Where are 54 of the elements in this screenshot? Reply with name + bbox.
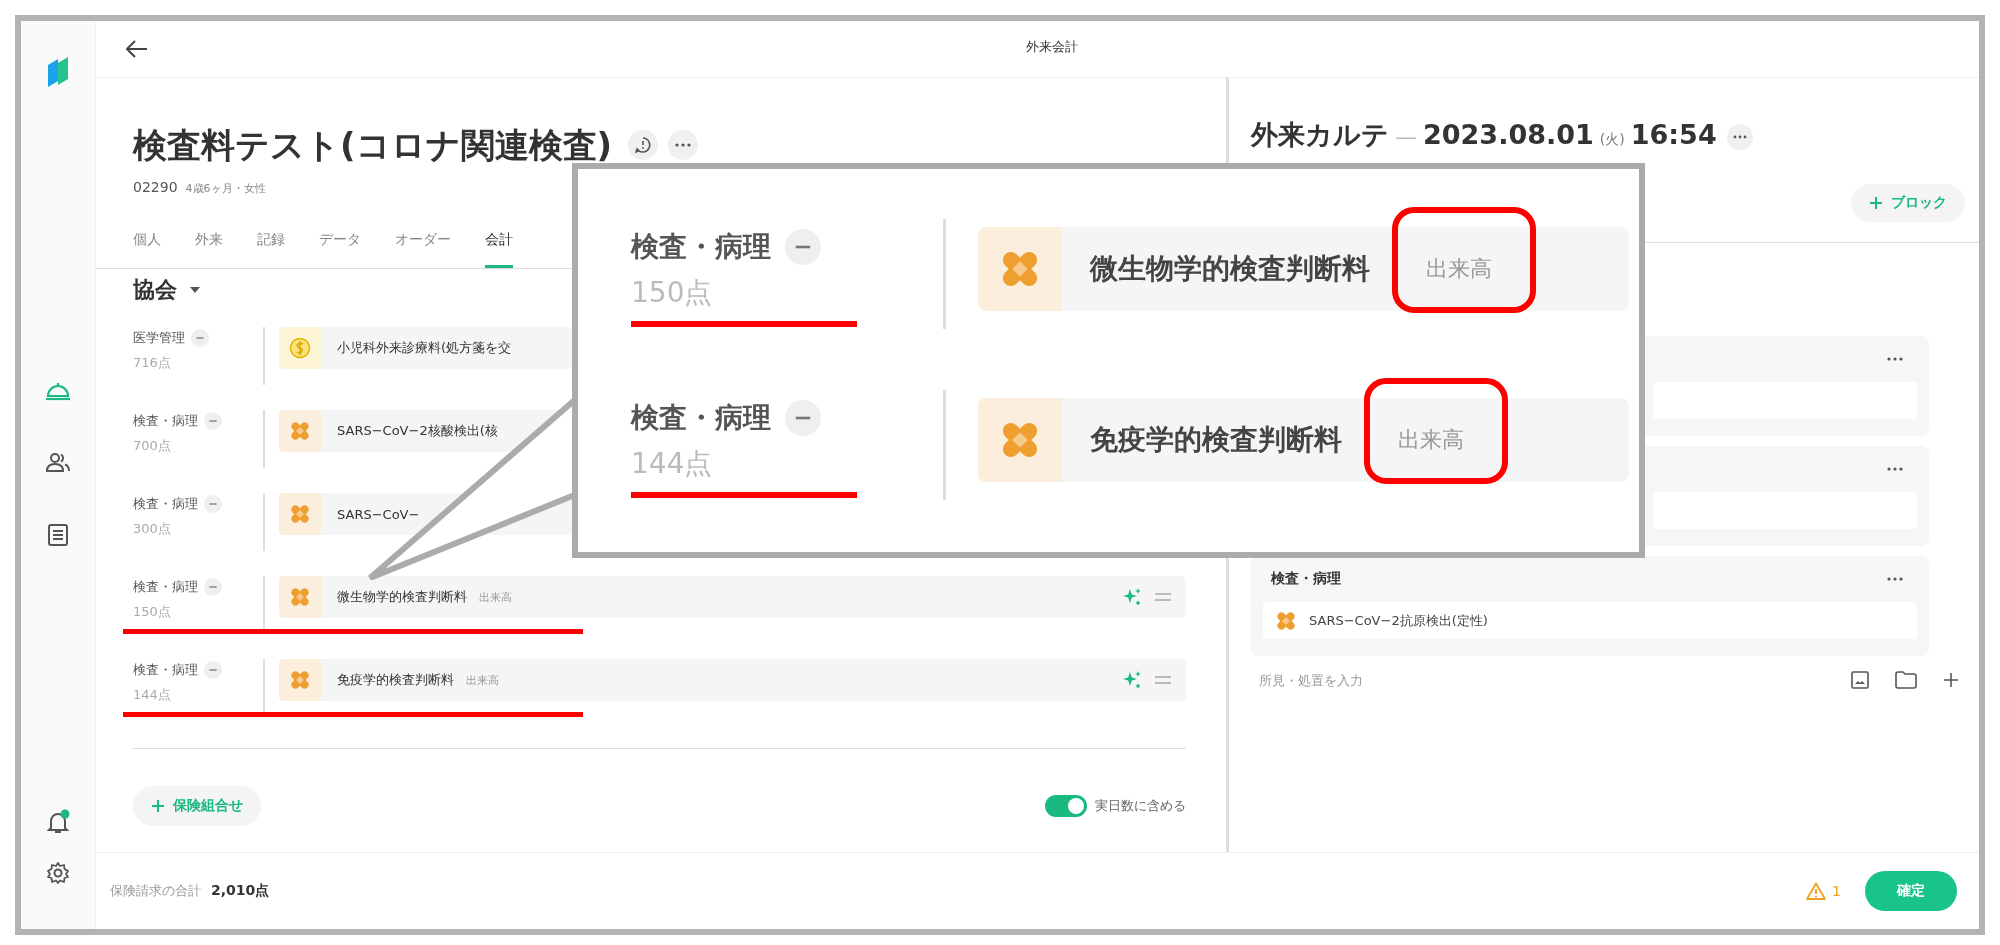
billing-tag: 出来高 [1398, 425, 1464, 455]
category-label: 検査・病理 [133, 495, 198, 513]
item-name: 免疫学的検査判断料 [337, 671, 454, 689]
item-name: 小児科外来診療料(処方箋を交 [337, 339, 512, 357]
total-value: 2,010点 [211, 882, 270, 900]
billing-tag: 出来高 [466, 672, 499, 688]
note-field[interactable]: 所見・処置を入力 [1259, 668, 1825, 692]
item-name: 微生物学的検査判断料 [1090, 251, 1370, 287]
page-title: 外来会計 [1026, 38, 1078, 56]
tab[interactable]: 会計 [485, 229, 513, 268]
item-name: 微生物学的検査判断料 [337, 588, 467, 606]
billing-tag: 出来高 [1426, 254, 1492, 284]
patient-name: 検査料テスト(コロナ関連検査) [133, 124, 613, 167]
record-date: 2023.08.01 [1423, 118, 1594, 152]
category-label: 検査・病理 [133, 578, 198, 596]
billing-item[interactable]: 微生物学的検査判断料 出来高 [279, 576, 1186, 618]
category-label: 検査・病理 [631, 400, 771, 436]
tab[interactable]: 外来 [195, 229, 223, 268]
category-label: 検査・病理 [133, 661, 198, 679]
insurer-label: 協会 [133, 276, 177, 304]
billing-item[interactable]: 免疫学的検査判断料 出来高 [279, 659, 1186, 701]
points-label: 144点 [133, 686, 172, 704]
weekday-label: (火) [1599, 130, 1625, 149]
patient-id: 02290 [133, 178, 178, 197]
item-name: SARS−CoV− [337, 506, 420, 522]
separator: — [1395, 123, 1417, 151]
billing-item[interactable]: 小児科外来診療料(処方箋を交 [279, 327, 572, 369]
tab[interactable]: 記録 [257, 229, 285, 268]
card-item[interactable]: SARS−CoV−2抗原検出(定性) [1263, 602, 1917, 639]
points-label: 716点 [133, 354, 172, 372]
points-label: 150点 [631, 275, 714, 311]
warning-count: 1 [1832, 883, 1841, 899]
tab[interactable]: 個人 [133, 229, 161, 268]
points-label: 700点 [133, 437, 172, 455]
billing-tag: 出来高 [479, 589, 512, 605]
category-label: 検査・病理 [133, 412, 198, 430]
toggle-label: 実日数に含める [1095, 797, 1186, 815]
record-title: 外来カルテ [1251, 118, 1389, 152]
tab[interactable]: データ [319, 229, 361, 268]
billing-item[interactable]: 免疫学的検査判断料 出来高 [978, 398, 1629, 482]
patient-details: 4歳6ヶ月・女性 [185, 181, 266, 197]
item-name: SARS−CoV−2核酸検出(核 [337, 422, 498, 440]
item-name: SARS−CoV−2抗原検出(定性) [1309, 611, 1488, 630]
total-label: 保険請求の合計 [110, 882, 201, 900]
category-label: 検査・病理 [631, 229, 771, 265]
points-label: 300点 [133, 520, 172, 538]
item-name: 免疫学的検査判断料 [1090, 422, 1342, 458]
points-label: 144点 [631, 446, 714, 482]
card-title: 検査・病理 [1271, 570, 1341, 588]
billing-item[interactable]: 微生物学的検査判断料 出来高 [978, 227, 1629, 311]
record-time: 16:54 [1630, 118, 1717, 152]
points-label: 150点 [133, 603, 172, 621]
category-label: 医学管理 [133, 329, 185, 347]
tab[interactable]: オーダー [395, 229, 451, 268]
